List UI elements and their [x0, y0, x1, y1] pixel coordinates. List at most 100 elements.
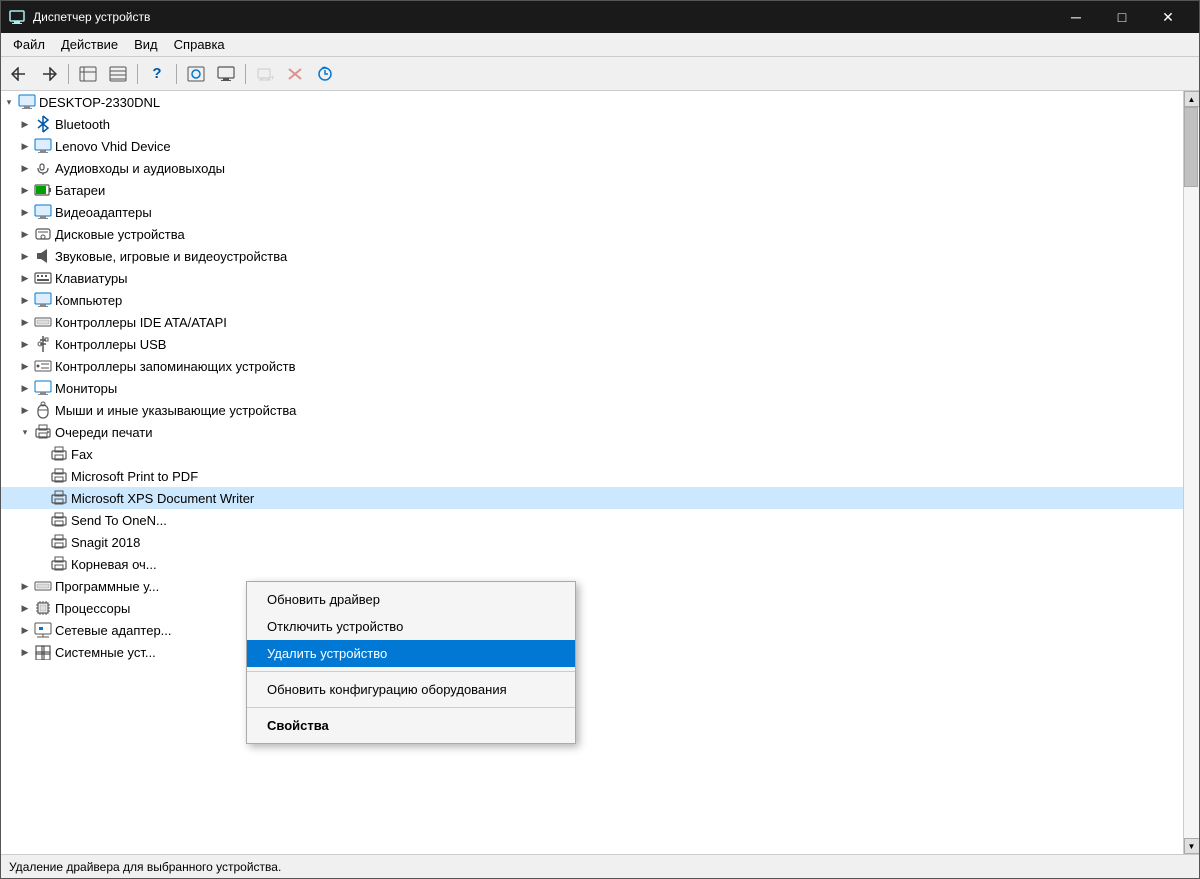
bluetooth-label: Bluetooth: [55, 117, 110, 132]
ctx-uninstall-device[interactable]: Удалить устройство: [247, 640, 575, 667]
tree-usb[interactable]: ▶ Контроллеры USB: [1, 333, 1183, 355]
usb-label: Контроллеры USB: [55, 337, 166, 352]
sendto-label: Send To OneN...: [71, 513, 167, 528]
ctx-update-driver[interactable]: Обновить драйвер: [247, 586, 575, 613]
tree-root[interactable]: ▾ DESKTOP-2330DNL: [1, 91, 1183, 113]
expand-monitors[interactable]: ▶: [17, 377, 33, 399]
expand-software[interactable]: ▶: [17, 575, 33, 597]
toolbar-help[interactable]: ?: [143, 61, 171, 87]
icon-xps: [49, 488, 69, 508]
expand-bluetooth[interactable]: ▶: [17, 113, 33, 135]
menu-action[interactable]: Действие: [53, 35, 126, 54]
tree-snagit[interactable]: ▶ Snagit 2018: [1, 531, 1183, 553]
ctx-scan-hardware[interactable]: Обновить конфигурацию оборудования: [247, 676, 575, 703]
svg-text:+: +: [270, 73, 274, 82]
toolbar-add-legacy[interactable]: +: [251, 61, 279, 87]
expand-printers[interactable]: ▾: [17, 421, 33, 443]
expand-battery[interactable]: ▶: [17, 179, 33, 201]
maximize-button[interactable]: □: [1099, 1, 1145, 33]
icon-fax: [49, 444, 69, 464]
scroll-up-arrow[interactable]: ▲: [1184, 91, 1200, 107]
menu-file[interactable]: Файл: [5, 35, 53, 54]
close-button[interactable]: ✕: [1145, 1, 1191, 33]
expand-ide[interactable]: ▶: [17, 311, 33, 333]
tree-ide[interactable]: ▶ Контроллеры IDE ATA/ATAPI: [1, 311, 1183, 333]
expand-disk[interactable]: ▶: [17, 223, 33, 245]
tree-lenovo[interactable]: ▶ Lenovo Vhid Device: [1, 135, 1183, 157]
icon-computer: [17, 92, 37, 112]
tree-fax[interactable]: ▶ Fax: [1, 443, 1183, 465]
toolbar-list-view[interactable]: [104, 61, 132, 87]
scroll-down-arrow[interactable]: ▼: [1184, 838, 1200, 854]
expand-root[interactable]: ▾: [1, 91, 17, 113]
toolbar-icon5[interactable]: [182, 61, 210, 87]
tree-printers[interactable]: ▾ Очереди печати: [1, 421, 1183, 443]
toolbar-monitor[interactable]: [212, 61, 240, 87]
ctx-properties[interactable]: Свойства: [247, 712, 575, 739]
toolbar-back[interactable]: [5, 61, 33, 87]
expand-usb[interactable]: ▶: [17, 333, 33, 355]
tree-bluetooth[interactable]: ▶ Bluetooth: [1, 113, 1183, 135]
tree-battery[interactable]: ▶ Батареи: [1, 179, 1183, 201]
window-controls: ─ □ ✕: [1053, 1, 1191, 33]
tree-processor[interactable]: ▶ Процессоры: [1, 597, 1183, 619]
expand-lenovo[interactable]: ▶: [17, 135, 33, 157]
processor-label: Процессоры: [55, 601, 130, 616]
scroll-thumb[interactable]: [1184, 107, 1198, 187]
expand-sound[interactable]: ▶: [17, 245, 33, 267]
toolbar-update[interactable]: [311, 61, 339, 87]
tree-sound[interactable]: ▶ Звуковые, игровые и видеоустройства: [1, 245, 1183, 267]
tree-storage[interactable]: ▶ Контроллеры запоминающих устройств: [1, 355, 1183, 377]
icon-snagit: [49, 532, 69, 552]
tree-system[interactable]: ▶ Системные уст...: [1, 641, 1183, 663]
expand-keyboard[interactable]: ▶: [17, 267, 33, 289]
expand-mouse[interactable]: ▶: [17, 399, 33, 421]
vertical-scrollbar[interactable]: ▲ ▼: [1183, 91, 1199, 854]
toolbar-forward[interactable]: [35, 61, 63, 87]
expand-system[interactable]: ▶: [17, 641, 33, 663]
expand-computer[interactable]: ▶: [17, 289, 33, 311]
toolbar: ? +: [1, 57, 1199, 91]
system-label: Системные уст...: [55, 645, 156, 660]
tree-audio[interactable]: ▶ Аудиовходы и аудиовыходы: [1, 157, 1183, 179]
tree-monitors[interactable]: ▶ Мониторы: [1, 377, 1183, 399]
icon-sound: [33, 246, 53, 266]
tree-pdf[interactable]: ▶ Microsoft Print to PDF: [1, 465, 1183, 487]
menu-view[interactable]: Вид: [126, 35, 166, 54]
tree-mouse[interactable]: ▶ Мыши и иные указывающие устройства: [1, 399, 1183, 421]
icon-usb: [33, 334, 53, 354]
device-tree[interactable]: ▾ DESKTOP-2330DNL ▶ Bluetooth ▶: [1, 91, 1183, 854]
tree-software[interactable]: ▶ Программные у...: [1, 575, 1183, 597]
tree-computer[interactable]: ▶ Компьютер: [1, 289, 1183, 311]
expand-storage[interactable]: ▶: [17, 355, 33, 377]
toolbar-sep-4: [245, 64, 246, 84]
tree-disk[interactable]: ▶ Дисковые устройства: [1, 223, 1183, 245]
tree-keyboard[interactable]: ▶ Клавиатуры: [1, 267, 1183, 289]
icon-pdf: [49, 466, 69, 486]
tree-rootqueue[interactable]: ▶ Корневая оч...: [1, 553, 1183, 575]
keyboard-label: Клавиатуры: [55, 271, 128, 286]
icon-network: [33, 620, 53, 640]
ctx-separator-2: [247, 707, 575, 708]
expand-network[interactable]: ▶: [17, 619, 33, 641]
expand-audio[interactable]: ▶: [17, 157, 33, 179]
scroll-track[interactable]: [1184, 107, 1200, 838]
menu-help[interactable]: Справка: [166, 35, 233, 54]
pdf-label: Microsoft Print to PDF: [71, 469, 198, 484]
icon-storage: [33, 356, 53, 376]
icon-audio: [33, 158, 53, 178]
toolbar-remove[interactable]: [281, 61, 309, 87]
window-title: Диспетчер устройств: [33, 10, 1053, 24]
software-label: Программные у...: [55, 579, 159, 594]
tree-xps[interactable]: ▶ Microsoft XPS Document Writer: [1, 487, 1183, 509]
toolbar-tree-view[interactable]: [74, 61, 102, 87]
tree-sendto[interactable]: ▶ Send To OneN...: [1, 509, 1183, 531]
expand-processor[interactable]: ▶: [17, 597, 33, 619]
expand-video[interactable]: ▶: [17, 201, 33, 223]
fax-label: Fax: [71, 447, 93, 462]
minimize-button[interactable]: ─: [1053, 1, 1099, 33]
ctx-disable-device[interactable]: Отключить устройство: [247, 613, 575, 640]
tree-video[interactable]: ▶ Видеоадаптеры: [1, 201, 1183, 223]
device-manager-window: Диспетчер устройств ─ □ ✕ Файл Действие …: [0, 0, 1200, 879]
tree-network[interactable]: ▶ Сетевые адаптер...: [1, 619, 1183, 641]
